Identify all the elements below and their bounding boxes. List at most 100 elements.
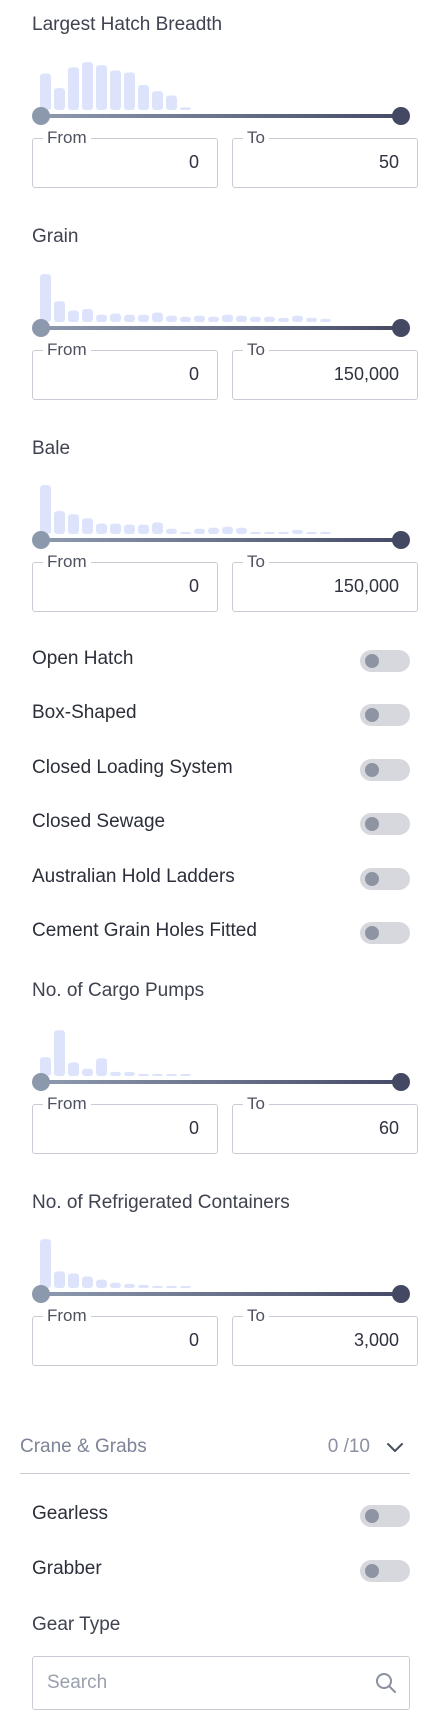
range-title: No. of Refrigerated Containers: [32, 1192, 290, 1213]
gear-type-title: Gear Type: [32, 1614, 121, 1635]
range-slider[interactable]: [32, 528, 410, 552]
toggle-knob: [365, 1509, 379, 1523]
search-icon[interactable]: [375, 1672, 397, 1699]
slider-max-handle[interactable]: [392, 1073, 410, 1091]
slider-track[interactable]: [41, 1080, 401, 1084]
section-title: Crane & Grabs: [20, 1436, 147, 1457]
toggle-label: Cement Grain Holes Fitted: [32, 920, 257, 941]
from-input[interactable]: From 0: [32, 552, 218, 612]
to-input[interactable]: To 60: [232, 1094, 418, 1154]
to-value[interactable]: 50: [379, 152, 399, 173]
slider-min-handle[interactable]: [32, 531, 50, 549]
from-label: From: [43, 128, 91, 148]
from-value[interactable]: 0: [189, 364, 199, 385]
range-slider[interactable]: [32, 1070, 410, 1094]
range-slider[interactable]: [32, 316, 410, 340]
histogram-bar: [82, 62, 93, 110]
slider-min-handle[interactable]: [32, 319, 50, 337]
slider-track[interactable]: [41, 326, 401, 330]
to-label: To: [243, 128, 269, 148]
histogram: [32, 482, 410, 534]
toggle-row-australian-hold-ladders: Australian Hold Ladders: [32, 863, 410, 893]
toggle-knob: [365, 817, 379, 831]
toggle-label: Closed Loading System: [32, 757, 233, 778]
gearless-toggle[interactable]: [360, 1505, 410, 1527]
from-label: From: [43, 1306, 91, 1326]
australian-hold-ladders-toggle[interactable]: [360, 868, 410, 890]
toggle-label: Australian Hold Ladders: [32, 866, 235, 887]
range-slider[interactable]: [32, 104, 410, 128]
from-label: From: [43, 552, 91, 572]
search-placeholder: Search: [47, 1672, 108, 1693]
toggle-row-closed-loading-system: Closed Loading System: [32, 754, 410, 784]
slider-track[interactable]: [41, 1292, 401, 1296]
histogram: [32, 1024, 410, 1076]
closed-sewage-toggle[interactable]: [360, 813, 410, 835]
box-shaped-toggle[interactable]: [360, 704, 410, 726]
histogram-bar: [40, 1239, 51, 1288]
range-title: Grain: [32, 226, 79, 247]
slider-track[interactable]: [41, 538, 401, 542]
slider-min-handle[interactable]: [32, 1073, 50, 1091]
toggle-row-box-shaped: Box-Shaped: [32, 699, 410, 729]
slider-track[interactable]: [41, 114, 401, 118]
crane-grabs-section-header[interactable]: Crane & Grabs 0 /10: [20, 1432, 410, 1474]
to-value[interactable]: 150,000: [334, 576, 399, 597]
to-input[interactable]: To 150,000: [232, 340, 418, 400]
toggle-row-grabber: Grabber: [32, 1555, 410, 1585]
selection-count: 0 /10: [327, 1436, 370, 1457]
range-filter-reefer-containers: No. of Refrigerated Containers From 0 To…: [32, 1190, 418, 1366]
chevron-down-icon[interactable]: [386, 1440, 404, 1458]
slider-max-handle[interactable]: [392, 531, 410, 549]
open-hatch-toggle[interactable]: [360, 650, 410, 672]
range-filter-grain: Grain From 0 To 150,000: [32, 224, 418, 400]
toggle-row-open-hatch: Open Hatch: [32, 645, 410, 675]
to-input[interactable]: To 50: [232, 128, 418, 188]
range-title: No. of Cargo Pumps: [32, 980, 205, 1001]
histogram: [32, 58, 410, 110]
slider-min-handle[interactable]: [32, 107, 50, 125]
from-input[interactable]: From 0: [32, 1306, 218, 1366]
closed-loading-system-toggle[interactable]: [360, 759, 410, 781]
toggle-label: Grabber: [32, 1558, 102, 1579]
range-filter-cargo-pumps: No. of Cargo Pumps From 0 To 60: [32, 978, 418, 1154]
to-value[interactable]: 3,000: [354, 1330, 399, 1351]
toggle-knob: [365, 708, 379, 722]
cement-grain-holes-toggle[interactable]: [360, 922, 410, 944]
slider-max-handle[interactable]: [392, 319, 410, 337]
grabber-toggle[interactable]: [360, 1560, 410, 1582]
histogram-bar: [40, 274, 51, 322]
from-input[interactable]: From 0: [32, 340, 218, 400]
to-input[interactable]: To 150,000: [232, 552, 418, 612]
to-value[interactable]: 60: [379, 1118, 399, 1139]
histogram-bar: [40, 485, 51, 534]
slider-max-handle[interactable]: [392, 1285, 410, 1303]
toggle-knob: [365, 872, 379, 886]
gear-type-search-input[interactable]: Search: [32, 1656, 410, 1710]
toggle-knob: [365, 763, 379, 777]
toggle-row-cement-grain-holes: Cement Grain Holes Fitted: [32, 917, 410, 947]
toggle-label: Closed Sewage: [32, 811, 166, 832]
range-title: Bale: [32, 438, 71, 459]
to-value[interactable]: 150,000: [334, 364, 399, 385]
range-slider[interactable]: [32, 1282, 410, 1306]
toggle-knob: [365, 926, 379, 940]
from-input[interactable]: From 0: [32, 1094, 218, 1154]
slider-max-handle[interactable]: [392, 107, 410, 125]
to-label: To: [243, 1094, 269, 1114]
from-value[interactable]: 0: [189, 152, 199, 173]
from-value[interactable]: 0: [189, 1330, 199, 1351]
from-value[interactable]: 0: [189, 576, 199, 597]
from-label: From: [43, 1094, 91, 1114]
range-filter-hatch-breadth: Largest Hatch Breadth From 0 To 50: [32, 12, 418, 188]
toggle-label: Box-Shaped: [32, 702, 137, 723]
toggle-label: Open Hatch: [32, 648, 134, 669]
toggle-row-closed-sewage: Closed Sewage: [32, 808, 410, 838]
slider-min-handle[interactable]: [32, 1285, 50, 1303]
to-label: To: [243, 340, 269, 360]
from-input[interactable]: From 0: [32, 128, 218, 188]
from-value[interactable]: 0: [189, 1118, 199, 1139]
from-label: From: [43, 340, 91, 360]
to-input[interactable]: To 3,000: [232, 1306, 418, 1366]
toggle-row-gearless: Gearless: [32, 1500, 410, 1530]
